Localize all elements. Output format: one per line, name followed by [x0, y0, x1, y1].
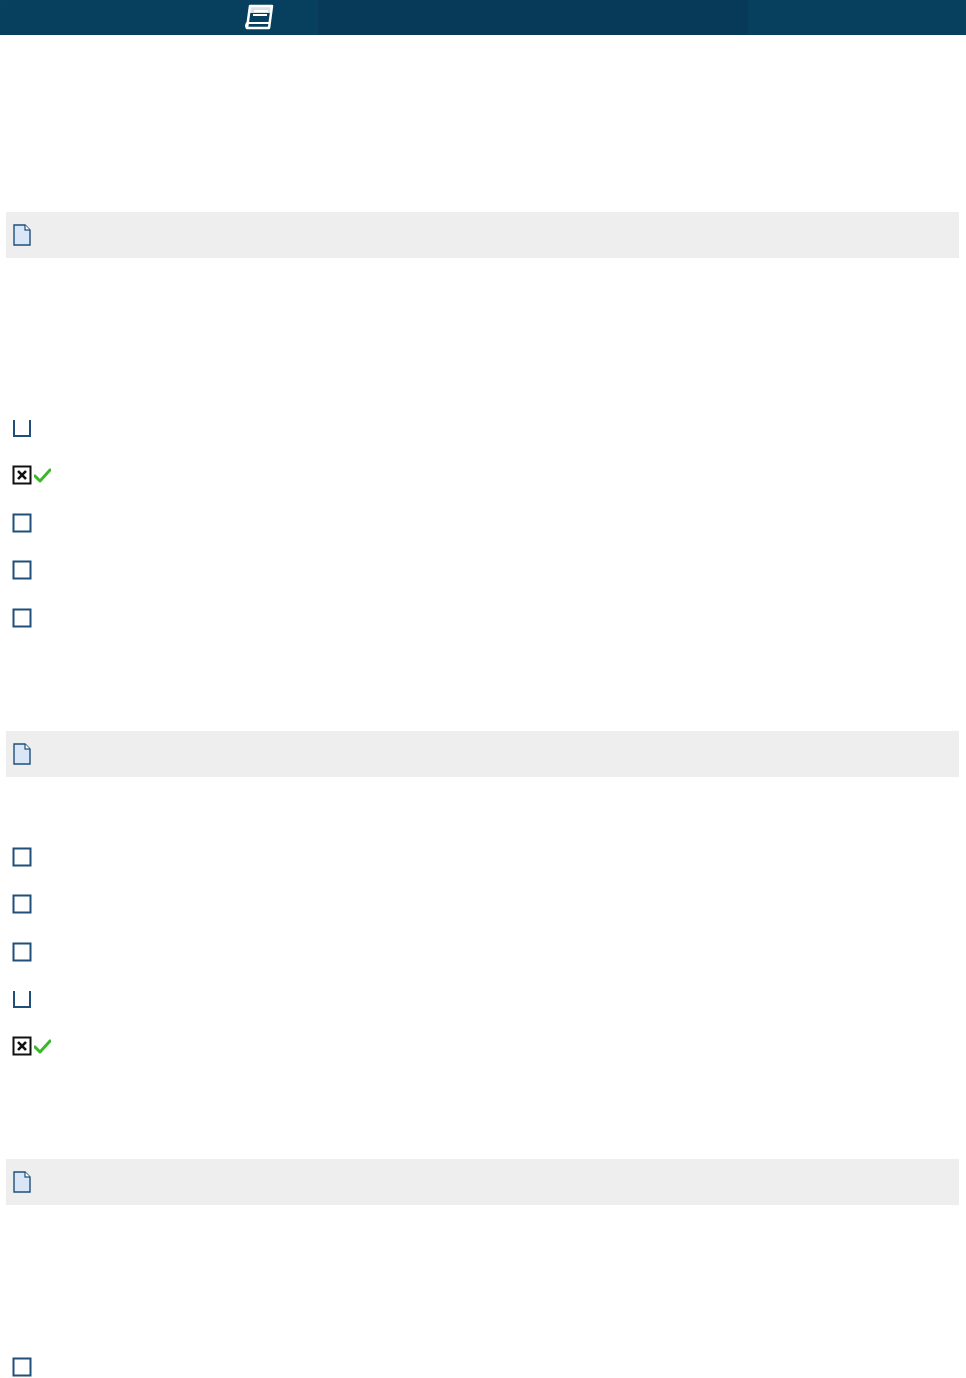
quiz-page [0, 0, 966, 1378]
checkbox-icon[interactable] [12, 513, 32, 533]
document-icon [13, 224, 31, 246]
document-icon [13, 743, 31, 765]
checkbox-icon[interactable] [12, 1357, 32, 1377]
book-icon[interactable] [242, 2, 278, 32]
top-bar [0, 0, 966, 35]
question-header-2 [6, 731, 959, 777]
checkbox-icon[interactable] [12, 418, 32, 438]
checkbox-icon[interactable] [12, 989, 32, 1009]
checkbox-icon[interactable] [12, 560, 32, 580]
checkbox-icon[interactable] [12, 894, 32, 914]
correct-check-icon [33, 1039, 52, 1054]
top-bar-right-segment [749, 1, 965, 35]
checkbox-icon[interactable] [12, 847, 32, 867]
question-header-3 [6, 1159, 959, 1205]
checkbox-icon[interactable] [12, 942, 32, 962]
question-header-1 [6, 212, 959, 258]
checkbox-icon[interactable] [12, 608, 32, 628]
top-bar-middle-segment [318, 0, 748, 35]
correct-check-icon [33, 468, 52, 483]
checked-checkbox-icon[interactable] [12, 1036, 32, 1056]
checked-checkbox-icon[interactable] [12, 465, 32, 485]
document-icon [13, 1171, 31, 1193]
